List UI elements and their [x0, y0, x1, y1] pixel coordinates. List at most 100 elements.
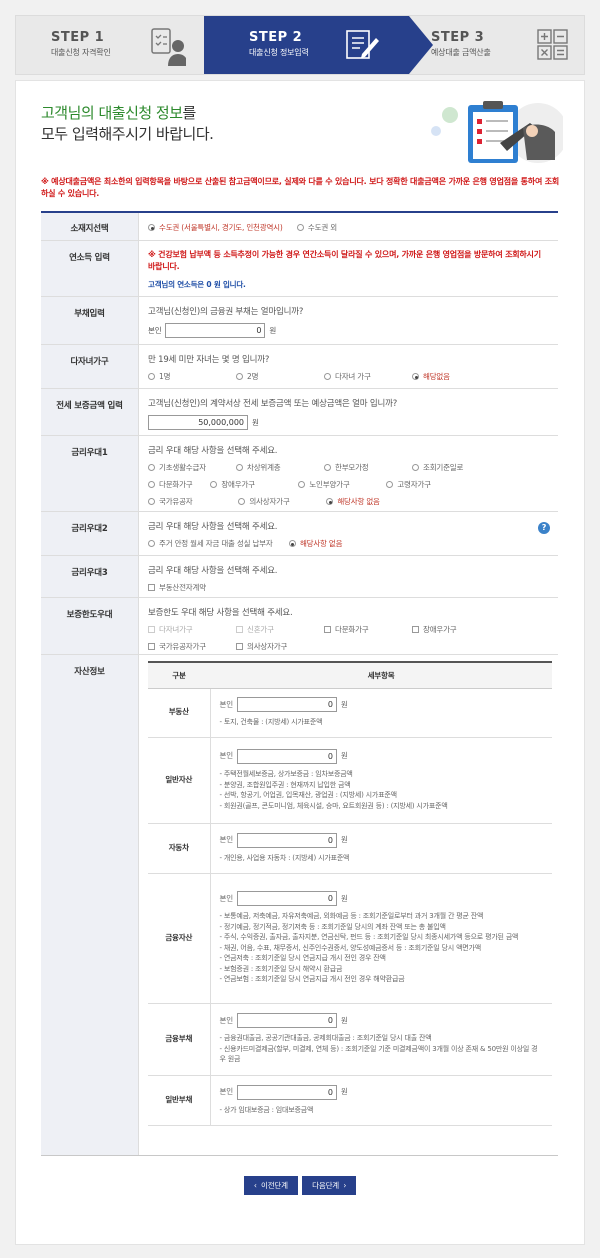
table-row: 금융부채 본인 원 - 금융권대출금, 공공기관대출금, 공제회대출금 : 조회기…	[148, 1003, 552, 1076]
kids-option-multi[interactable]: 다자녀 가구	[324, 371, 412, 382]
form-pen-icon	[346, 30, 379, 59]
guarantee-opt-newlywed[interactable]: 신혼가구	[236, 624, 324, 635]
radio-dot[interactable]	[148, 481, 155, 488]
kids-option-1-label: 1명	[159, 372, 171, 381]
label-location: 소재지선택	[41, 213, 139, 240]
radio-dot[interactable]	[236, 373, 243, 380]
pref1-opt-disabled[interactable]: 장애우가구	[210, 479, 298, 490]
radio-dot[interactable]	[288, 540, 296, 547]
asset-cat-general: 일반자산	[148, 737, 211, 824]
guarantee-opt-disabled[interactable]: 장애우가구	[412, 624, 500, 635]
checkbox[interactable]	[148, 584, 155, 591]
guarantee-opt-multi-child[interactable]: 다자녀가구	[148, 624, 236, 635]
asset-real-estate-input[interactable]	[236, 697, 337, 713]
guarantee-opt-label: 다자녀가구	[159, 625, 193, 634]
pref1-opt-reference-date[interactable]: 조회기준일로	[412, 462, 500, 473]
guarantee-opt-label: 신혼가구	[247, 625, 274, 634]
step-progress-bar: STEP 1 대출신청 자격확인 STEP 2 대출신청 정보입력 STEP 3…	[15, 15, 585, 75]
checkbox[interactable]	[412, 626, 419, 633]
radio-dot[interactable]	[298, 481, 306, 488]
asset-financial-debt-input[interactable]	[236, 1013, 337, 1029]
guarantee-opt-righteous[interactable]: 의사상자가구	[236, 641, 324, 652]
radio-dot[interactable]	[148, 540, 155, 547]
guarantee-opt-label: 의사상자가구	[247, 642, 288, 651]
radio-dot[interactable]	[148, 498, 155, 505]
radio-dot[interactable]	[236, 464, 243, 471]
pref1-opt-label: 기초생활수급자	[159, 463, 206, 472]
pref3-opt-e-contract[interactable]: 부동산전자계약	[148, 582, 206, 593]
radio-dot[interactable]	[324, 373, 331, 380]
radio-dot[interactable]	[238, 498, 246, 505]
label-rate-pref-3: 금리우대3	[41, 556, 139, 597]
radio-dot[interactable]	[210, 481, 218, 488]
label-kids: 다자녀가구	[41, 345, 139, 388]
guarantee-opt-veteran[interactable]: 국가유공자가구	[148, 641, 236, 652]
page-title-line2: 모두 입력해주시기 바랍니다.	[41, 125, 214, 143]
radio-dot[interactable]	[148, 224, 155, 231]
radio-dot[interactable]	[412, 373, 419, 380]
radio-dot[interactable]	[412, 464, 419, 471]
prev-step-button[interactable]: ‹ 이전단계	[243, 1176, 298, 1195]
radio-capital-area[interactable]: 수도권 (서울특별시, 경기도, 인천광역시)	[148, 222, 283, 233]
asset-prefix: 본인	[219, 751, 234, 761]
pref1-opt-label: 다문화가구	[159, 480, 193, 489]
pref1-opt-basic-livelihood[interactable]: 기초생활수급자	[148, 462, 236, 473]
pref3-question: 금리 우대 해당 사항을 선택해 주세요.	[148, 566, 278, 576]
pref1-opt-senior[interactable]: 고령자가구	[386, 479, 474, 490]
radio-dot[interactable]	[326, 498, 334, 505]
asset-car-input[interactable]	[236, 832, 337, 848]
pref2-opt-none[interactable]: 해당사항 없음	[288, 538, 343, 549]
pref1-opt-none[interactable]: 해당사항 없음	[326, 496, 414, 507]
calculator-icon	[537, 29, 568, 60]
kids-option-none[interactable]: 해당없음	[412, 371, 500, 382]
checkbox[interactable]	[148, 626, 155, 633]
asset-general-input[interactable]	[236, 749, 337, 764]
checkbox[interactable]	[236, 643, 243, 650]
kids-option-multi-label: 다자녀 가구	[335, 372, 371, 381]
pref2-opt-rent-payer[interactable]: 주거 안정 월세 자금 대출 성실 납부자	[148, 538, 273, 549]
next-step-button[interactable]: 다음단계 ›	[302, 1176, 357, 1195]
radio-non-capital-label: 수도권 외	[307, 223, 337, 232]
radio-capital-area-label: 수도권 (서울특별시, 경기도, 인천광역시)	[159, 223, 283, 232]
debt-unit: 원	[269, 326, 277, 335]
table-row: 자동차 본인 원 - 개인용, 사업용 자동차 : (지방세) 시가표준액	[148, 823, 552, 874]
kids-option-2[interactable]: 2명	[236, 371, 324, 382]
asset-cat-financial: 금융자산	[148, 873, 211, 1004]
radio-dot[interactable]	[148, 373, 155, 380]
radio-non-capital[interactable]: 수도권 외	[296, 222, 337, 233]
label-debt: 부채입력	[41, 297, 139, 344]
pref1-opt-label: 노인부양가구	[309, 480, 350, 489]
deposit-input[interactable]	[148, 415, 248, 430]
row-rate-pref-1: 금리우대1 금리 우대 해당 사항을 선택해 주세요. 기초생활수급자 차상위계층…	[41, 436, 558, 512]
asset-prefix: 본인	[219, 835, 234, 844]
kids-option-1[interactable]: 1명	[148, 371, 236, 382]
asset-financial-input[interactable]	[236, 891, 337, 907]
pref1-opt-single-parent[interactable]: 한부모가정	[324, 462, 412, 473]
debt-input[interactable]	[165, 323, 266, 338]
asset-note: - 정기예금, 정기적금, 정기저축 등 : 조회기준일 당시의 계좌 잔액 또…	[219, 922, 446, 931]
radio-dot[interactable]	[296, 224, 304, 231]
step-3-number: STEP 3	[431, 30, 485, 45]
asset-general-debt-input[interactable]	[236, 1084, 337, 1100]
guarantee-opt-label: 국가유공자가구	[159, 642, 206, 651]
deposit-unit: 원	[252, 418, 259, 427]
checkbox[interactable]	[324, 626, 331, 633]
pref3-opt-label: 부동산전자계약	[159, 583, 206, 592]
checkbox[interactable]	[148, 643, 155, 650]
radio-dot[interactable]	[148, 464, 155, 471]
income-info: 고객님의 연소득은 0 원 입니다.	[148, 280, 246, 289]
help-icon[interactable]: ?	[538, 522, 550, 534]
pref1-opt-near-poverty[interactable]: 차상위계층	[236, 462, 324, 473]
radio-dot[interactable]	[386, 481, 394, 488]
pref1-opt-multicultural[interactable]: 다문화가구	[148, 479, 208, 490]
step-2-number: STEP 2	[249, 30, 303, 45]
asset-prefix: 본인	[219, 1087, 234, 1096]
checkbox[interactable]	[236, 626, 243, 633]
table-row: 금융자산 본인 원 - 보통예금, 저축예금, 자유저축예금, 외화예금 등 : …	[148, 873, 552, 1004]
pref1-opt-veteran[interactable]: 국가유공자	[148, 496, 236, 507]
pref1-opt-elderly-support[interactable]: 노인부양가구	[298, 479, 386, 490]
notice-text: ※ 예상대출금액은 최소한의 입력항목을 바탕으로 산출된 참고금액이므로, 실…	[41, 177, 560, 198]
pref1-opt-righteous[interactable]: 의사상자가구	[238, 496, 326, 507]
radio-dot[interactable]	[324, 464, 331, 471]
guarantee-opt-multicultural[interactable]: 다문화가구	[324, 624, 412, 635]
